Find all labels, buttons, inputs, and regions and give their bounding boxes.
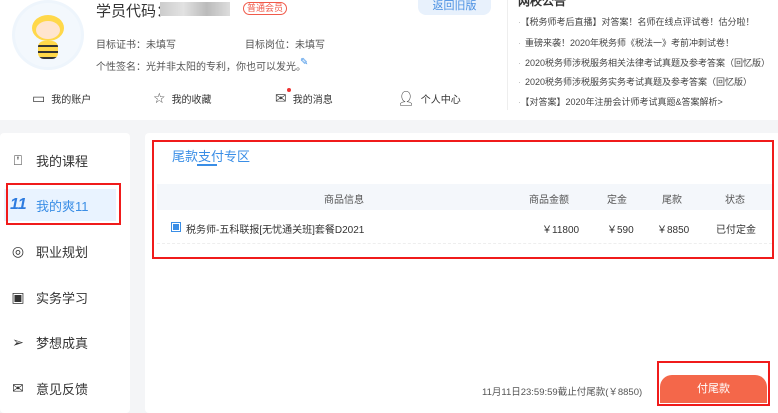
deadline-text: 11月11日23:59:59截止付尾款(￥8850) — [482, 387, 643, 398]
pencil-icon[interactable]: ✎ — [300, 57, 308, 68]
news-item[interactable]: 【对答案】2020年注册会计师考试真题&答案解析> — [518, 95, 723, 108]
student-code-blurred — [160, 2, 230, 16]
mail-icon: ✉ — [12, 380, 24, 396]
star-icon: ☆ — [153, 90, 166, 106]
sidebar-label: 梦想成真 — [36, 336, 89, 351]
monitor-icon: ▣ — [11, 289, 25, 305]
target-post: 目标岗位：未填写 — [245, 40, 325, 51]
nav-label: 我的账户 — [51, 95, 92, 106]
wallet-icon: ▭ — [32, 90, 46, 106]
nav-my-favorites[interactable]: ☆ 我的收藏 — [153, 90, 212, 107]
sidebar-item-practice[interactable]: ▣ 实务学习 — [10, 288, 88, 307]
mail-icon: ✉ — [275, 88, 291, 107]
news-item[interactable]: 重磅来袭！2020年税务师《税法一》考前冲刺试卷！ — [518, 36, 734, 49]
nav-my-account[interactable]: ▭ 我的账户 — [32, 90, 91, 107]
signature: 个性签名：光并非太阳的专利，你也可以发光。 — [96, 62, 306, 73]
nav-label: 我的收藏 — [171, 95, 212, 106]
return-old-version-button[interactable]: 返回旧版 — [418, 0, 491, 15]
highlight-box — [6, 183, 121, 225]
highlight-box — [152, 140, 774, 259]
avatar — [12, 0, 84, 70]
sidebar-item-my-courses[interactable]: ⍞ 我的课程 — [10, 151, 88, 170]
send-icon: ➢ — [12, 334, 24, 350]
sidebar-label: 实务学习 — [36, 291, 89, 306]
sidebar-item-dream[interactable]: ➢ 梦想成真 — [10, 333, 88, 352]
target-cert: 目标证书：未填写 — [96, 40, 176, 51]
nav-personal-center[interactable]: 👤︎ 个人中心 — [397, 90, 461, 107]
news-item[interactable]: 【税务师考后直播】对答案！名师在线点评试卷！估分啦！ — [518, 15, 755, 28]
sidebar-label: 职业规划 — [36, 245, 89, 260]
sidebar-item-career[interactable]: ◎ 职业规划 — [10, 242, 88, 261]
nav-label: 我的消息 — [292, 95, 333, 106]
news-title: 网校公告 — [518, 0, 567, 8]
chart-icon: ◎ — [11, 243, 25, 259]
sidebar: ⍞ 我的课程 11 我的爽11 ◎ 职业规划 ▣ 实务学习 ➢ 梦想成真 ✉ 意见反馈 — [0, 133, 130, 413]
sidebar-label: 我的课程 — [36, 154, 89, 169]
book-icon: ⍞ — [13, 152, 23, 168]
highlight-box — [657, 361, 770, 406]
sidebar-label: 意见反馈 — [36, 382, 89, 397]
nav-my-messages[interactable]: ✉ 我的消息 — [275, 88, 333, 107]
sidebar-item-feedback[interactable]: ✉ 意见反馈 — [10, 379, 88, 398]
member-badge: 普通会员 — [243, 2, 288, 15]
nav-label: 个人中心 — [420, 95, 461, 106]
divider — [507, 0, 508, 110]
news-item[interactable]: 2020税务师涉税服务实务考试真题及参考答案（回忆版） — [518, 75, 752, 88]
news-item[interactable]: 2020税务师涉税服务相关法律考试真题及参考答案（回忆版） — [518, 56, 770, 69]
user-icon: 👤︎ — [397, 90, 415, 106]
